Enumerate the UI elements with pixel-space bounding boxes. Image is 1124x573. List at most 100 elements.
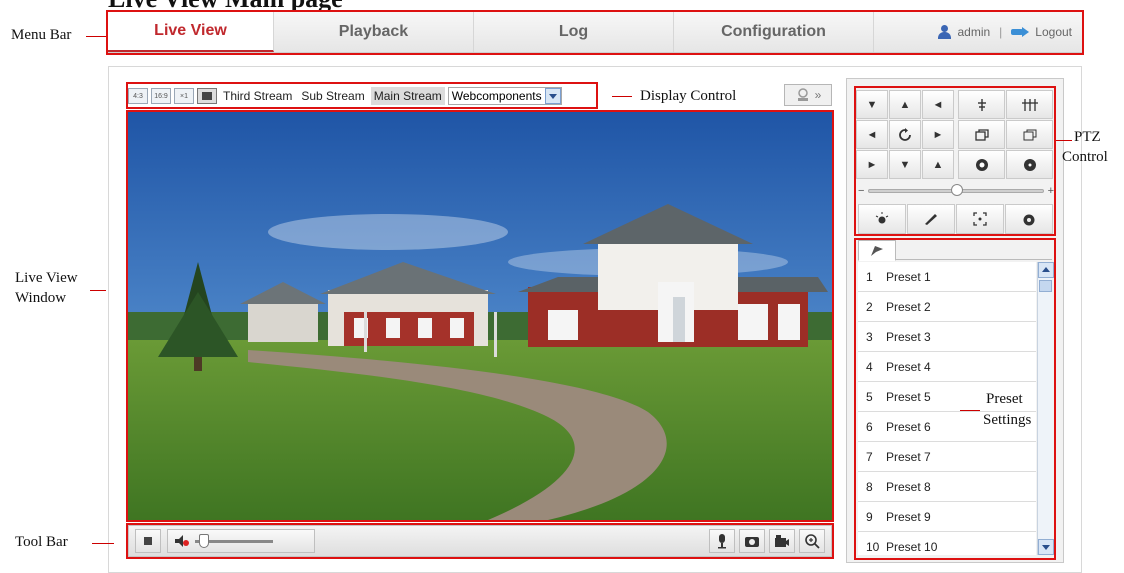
ratio-4-3-button[interactable]: 4:3 (128, 88, 148, 104)
ratio-16-9-button[interactable]: 16:9 (151, 88, 171, 104)
plugin-select[interactable]: Webcomponents (447, 87, 562, 105)
focus-far-icon (1023, 129, 1036, 140)
speed-min-label: − (858, 185, 865, 197)
preset-row[interactable]: 3 Preset 3 (858, 322, 1036, 352)
menu-bar-label: Menu Bar (11, 27, 72, 43)
preset-name: Preset 3 (886, 329, 931, 344)
lens-init-icon (1023, 214, 1035, 226)
preset-row[interactable]: 2 Preset 2 (858, 292, 1036, 322)
scrollbar-thumb[interactable] (1039, 280, 1052, 292)
volume-slider-thumb[interactable] (198, 533, 209, 548)
digital-zoom-button[interactable] (799, 529, 825, 553)
preset-name: Preset 5 (886, 389, 931, 404)
live-view-pointer (90, 290, 106, 291)
preset-row[interactable]: 8 Preset 8 (858, 472, 1036, 502)
preset-number: 5 (866, 389, 873, 404)
preset-number: 8 (866, 479, 873, 494)
zoom-out-button[interactable] (1006, 90, 1053, 119)
display-control-pointer (612, 96, 632, 97)
ptz-label-1: PTZ (1074, 129, 1101, 145)
auto-fill-button[interactable] (197, 88, 217, 104)
ptz-panel-toggle[interactable]: » (784, 84, 832, 106)
preset-number: 10 (866, 539, 880, 554)
scroll-up-button[interactable] (1038, 262, 1054, 278)
third-stream-tab[interactable]: Third Stream (220, 87, 295, 105)
two-way-audio-button[interactable] (709, 529, 735, 553)
live-view-label-2: Window (15, 290, 67, 306)
stop-live-button[interactable] (135, 529, 161, 553)
preset-scrollbar[interactable] (1037, 262, 1054, 555)
light-button[interactable] (858, 204, 906, 234)
zoom-in-button[interactable] (958, 90, 1005, 119)
ptz-speed-row: − + (858, 182, 1054, 200)
live-view-label-1: Live View (15, 270, 78, 286)
speed-max-label: + (1047, 185, 1054, 197)
preset-row[interactable]: 9 Preset 9 (858, 502, 1036, 532)
ptz-camera-icon (797, 88, 808, 101)
main-stream-tab[interactable]: Main Stream (370, 87, 445, 105)
live-view-window[interactable] (128, 112, 832, 520)
ptz-speed-slider[interactable] (868, 184, 1044, 196)
capture-button[interactable] (739, 529, 765, 553)
ptz-down-right-button[interactable]: ▲ (922, 150, 954, 179)
preset-name: Preset 1 (886, 269, 931, 284)
logout-icon[interactable] (1011, 27, 1030, 37)
preset-name: Preset 8 (886, 479, 931, 494)
preset-row[interactable]: 4 Preset 4 (858, 352, 1036, 382)
focus-near-button[interactable] (958, 120, 1005, 149)
ptz-function-row (858, 204, 1054, 234)
preset-name: Preset 9 (886, 509, 931, 524)
arrow-up-icon: ▲ (899, 98, 911, 111)
audio-mute-icon[interactable] (174, 534, 190, 548)
toggle-arrows: » (814, 88, 822, 102)
preset-number: 3 (866, 329, 873, 344)
ptz-up-button[interactable]: ▲ (889, 90, 921, 119)
ptz-up-left-button[interactable]: ▼ (856, 90, 888, 119)
display-control-label: Display Control (640, 88, 737, 104)
preset-tab-bar (858, 240, 1052, 261)
wiper-button[interactable] (907, 204, 955, 234)
tool-bar-label: Tool Bar (15, 534, 68, 550)
display-control-bar: 4:3 16:9 ×1 Third Stream Sub Stream Main… (128, 84, 562, 108)
tab-log[interactable]: Log (474, 12, 674, 52)
ptz-left-button[interactable]: ◄ (856, 120, 888, 149)
record-button[interactable] (769, 529, 795, 553)
ptz-up-right-button[interactable]: ◄ (922, 90, 954, 119)
user-icon (937, 25, 952, 39)
auxiliary-focus-button[interactable] (956, 204, 1004, 234)
preset-number: 4 (866, 359, 873, 374)
ptz-down-left-button[interactable]: ► (856, 150, 888, 179)
focus-far-button[interactable] (1006, 120, 1053, 149)
ptz-auto-button[interactable] (889, 120, 921, 149)
original-size-button[interactable]: ×1 (174, 88, 194, 104)
ptz-right-button[interactable]: ► (922, 120, 954, 149)
scroll-down-button[interactable] (1038, 539, 1054, 555)
preset-row[interactable]: 1 Preset 1 (858, 262, 1036, 292)
preset-number: 9 (866, 509, 873, 524)
tab-playback[interactable]: Playback (274, 12, 474, 52)
logout-link[interactable]: Logout (1035, 25, 1072, 39)
preset-label-2: Settings (983, 412, 1032, 428)
tool-bar-right (709, 529, 831, 553)
ptz-speed-thumb[interactable] (950, 184, 963, 196)
preset-tab[interactable] (858, 240, 896, 261)
tab-configuration[interactable]: Configuration (674, 12, 874, 52)
video-record-icon (775, 535, 789, 547)
iris-open-button[interactable] (958, 150, 1005, 179)
preset-label-1: Preset (986, 391, 1023, 407)
dropdown-arrow-icon[interactable] (544, 88, 561, 104)
iris-close-button[interactable] (1006, 150, 1053, 179)
lens-init-button[interactable] (1005, 204, 1053, 234)
preset-row[interactable]: 7 Preset 7 (858, 442, 1036, 472)
volume-slider[interactable] (195, 533, 273, 548)
arrow-up-left-icon: ▼ (866, 98, 878, 111)
stop-icon (144, 537, 152, 545)
ptz-down-button[interactable]: ▼ (889, 150, 921, 179)
sub-stream-tab[interactable]: Sub Stream (298, 87, 367, 105)
tab-live-view[interactable]: Live View (108, 12, 274, 52)
volume-control (167, 529, 315, 553)
preset-pointer (960, 410, 980, 411)
preset-name: Preset 6 (886, 419, 931, 434)
preset-row[interactable]: 10 Preset 10 (858, 532, 1036, 555)
preset-name: Preset 7 (886, 449, 931, 464)
